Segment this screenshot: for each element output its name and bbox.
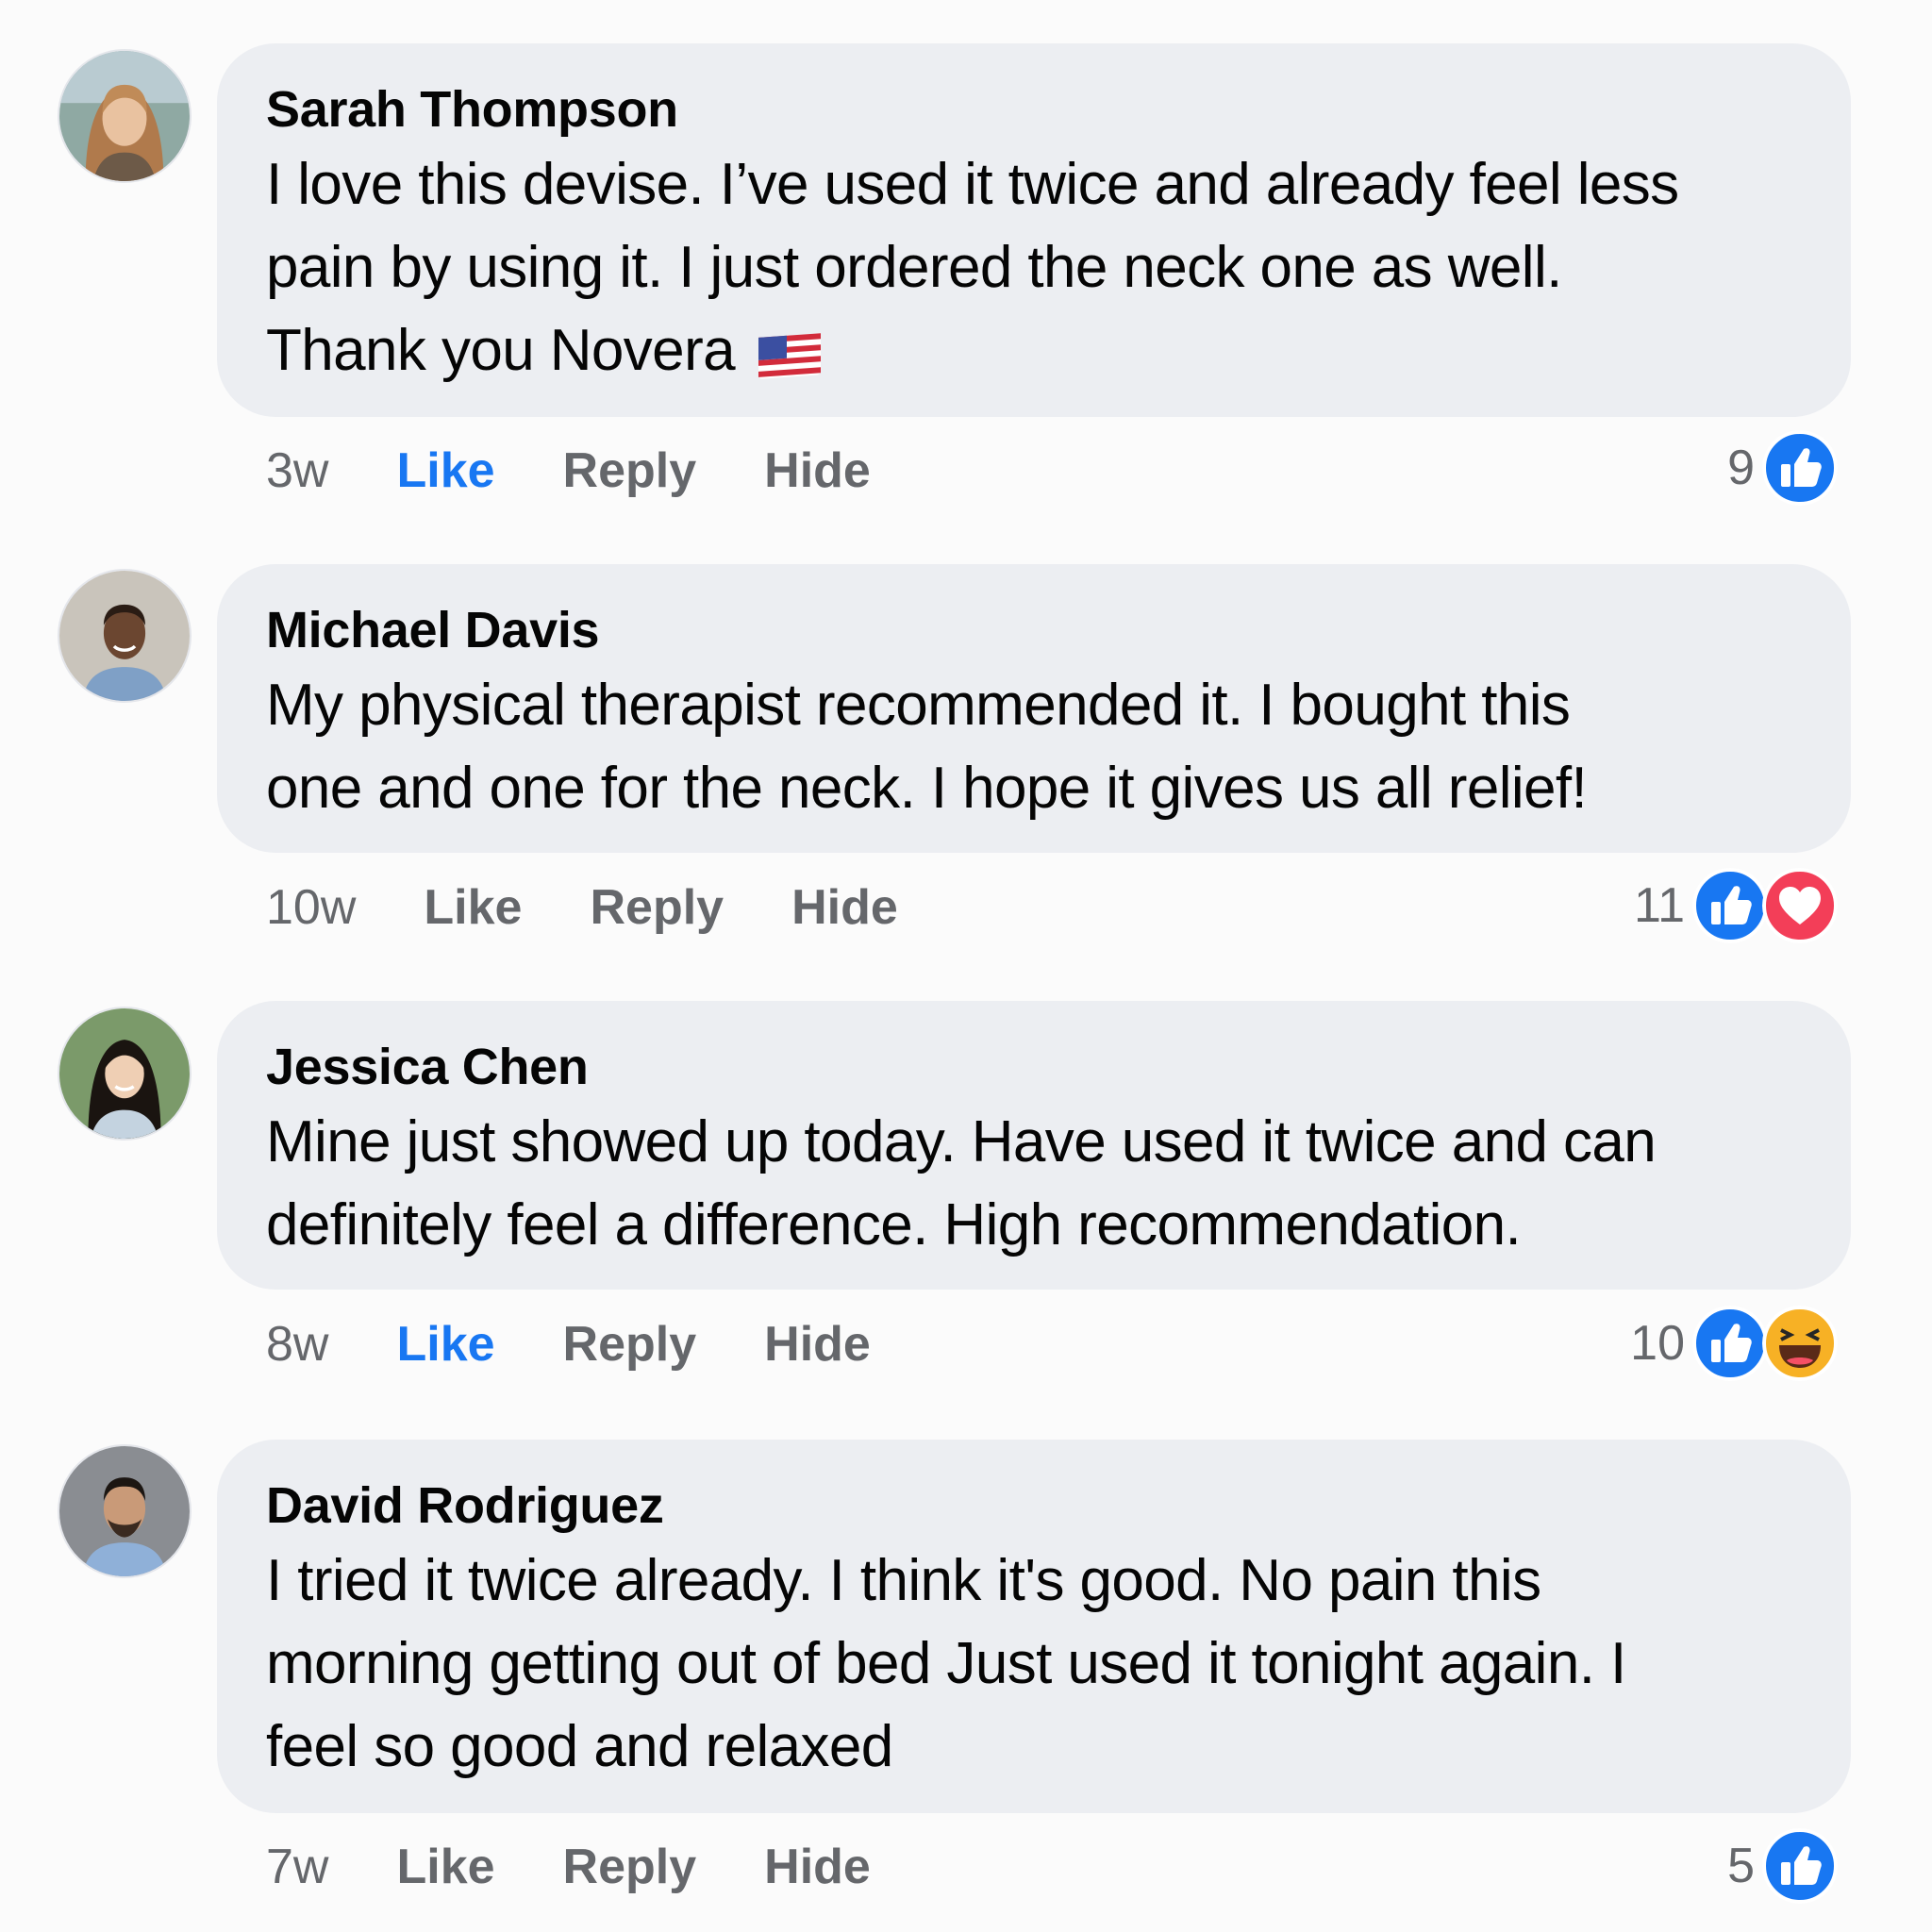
reaction-count: 9 <box>1727 441 1755 495</box>
comment-text: I tried it twice already. I think it's g… <box>266 1540 1802 1789</box>
comment-timestamp[interactable]: 10w <box>266 879 356 936</box>
reply-button[interactable]: Reply <box>590 879 724 936</box>
comment-text: My physical therapist recommended it. I … <box>266 664 1802 830</box>
like-button[interactable]: Like <box>396 442 494 499</box>
reaction-summary[interactable]: 11 <box>1634 866 1838 945</box>
like-icon <box>1762 430 1838 506</box>
comment-actions: 10w Like Reply Hide <box>266 874 966 941</box>
like-icon <box>1692 868 1768 943</box>
comment-actions: 3w Like Reply Hide <box>266 438 939 504</box>
comment-author[interactable]: Michael Davis <box>266 600 1802 660</box>
comment-line: morning getting out of bed Just used it … <box>266 1631 1626 1696</box>
us-flag-emoji-icon <box>758 332 821 379</box>
reaction-count: 11 <box>1634 878 1685 933</box>
reaction-summary[interactable]: 5 <box>1727 1826 1838 1906</box>
like-icon <box>1692 1306 1768 1381</box>
avatar[interactable] <box>58 569 192 703</box>
avatar[interactable] <box>58 1007 192 1141</box>
comment-timestamp[interactable]: 3w <box>266 442 328 499</box>
like-icon <box>1762 1828 1838 1904</box>
avatar-photo-icon <box>59 1008 190 1139</box>
avatar[interactable] <box>58 1444 192 1578</box>
hide-button[interactable]: Hide <box>764 1316 871 1373</box>
comment-bubble: Sarah Thompson I love this devise. I’ve … <box>217 43 1851 417</box>
comment-author[interactable]: David Rodriguez <box>266 1475 1802 1536</box>
reply-button[interactable]: Reply <box>563 442 697 499</box>
avatar-photo-icon <box>59 51 190 181</box>
comment-author[interactable]: Jessica Chen <box>266 1037 1802 1097</box>
comment-text: Mine just showed up today. Have used it … <box>266 1101 1802 1267</box>
avatar[interactable] <box>58 49 192 183</box>
comment-bubble: David Rodriguez I tried it twice already… <box>217 1440 1851 1813</box>
comment-line: I love this devise. I’ve used it twice a… <box>266 152 1679 217</box>
haha-icon <box>1762 1306 1838 1381</box>
comment-bubble: Michael Davis My physical therapist reco… <box>217 564 1851 853</box>
hide-button[interactable]: Hide <box>764 442 871 499</box>
hide-button[interactable]: Hide <box>791 879 898 936</box>
comment-line: Thank you Novera <box>266 309 1802 392</box>
reply-button[interactable]: Reply <box>563 1839 697 1895</box>
comment-actions: 8w Like Reply Hide <box>266 1311 939 1377</box>
reply-button[interactable]: Reply <box>563 1316 697 1373</box>
comment-timestamp[interactable]: 7w <box>266 1839 328 1895</box>
comment-line: My physical therapist recommended it. I … <box>266 673 1571 738</box>
avatar-photo-icon <box>59 571 190 701</box>
reaction-count: 10 <box>1630 1316 1685 1371</box>
comment-actions: 7w Like Reply Hide <box>266 1834 939 1900</box>
comment-timestamp[interactable]: 8w <box>266 1316 328 1373</box>
like-button[interactable]: Like <box>424 879 522 936</box>
reaction-count: 5 <box>1727 1839 1755 1893</box>
comment-bubble: Jessica Chen Mine just showed up today. … <box>217 1001 1851 1290</box>
reaction-summary[interactable]: 9 <box>1727 428 1838 508</box>
reaction-summary[interactable]: 10 <box>1630 1304 1838 1383</box>
love-icon <box>1762 868 1838 943</box>
comment-line: definitely feel a difference. High recom… <box>266 1192 1522 1257</box>
hide-button[interactable]: Hide <box>764 1839 871 1895</box>
like-button[interactable]: Like <box>396 1839 494 1895</box>
comment-line: feel so good and relaxed <box>266 1714 893 1779</box>
like-button[interactable]: Like <box>396 1316 494 1373</box>
comment-author[interactable]: Sarah Thompson <box>266 79 1802 140</box>
comment-line: I tried it twice already. I think it's g… <box>266 1548 1541 1613</box>
comment-line: Mine just showed up today. Have used it … <box>266 1109 1657 1174</box>
comment-line-text: Thank you Novera <box>266 318 736 383</box>
avatar-photo-icon <box>59 1446 190 1576</box>
comment-line: one and one for the neck. I hope it give… <box>266 756 1588 821</box>
comment-line: pain by using it. I just ordered the nec… <box>266 235 1562 300</box>
comment-text: I love this devise. I’ve used it twice a… <box>266 143 1802 392</box>
